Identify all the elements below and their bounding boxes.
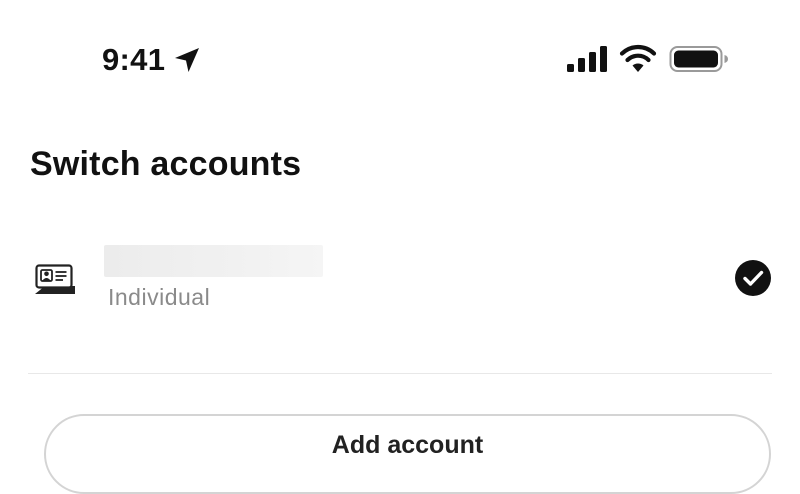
battery-icon (669, 46, 728, 72)
wifi-icon (619, 45, 657, 72)
cellular-signal-icon (567, 46, 607, 72)
account-row[interactable]: Individual (0, 230, 800, 330)
account-type-label: Individual (108, 284, 211, 310)
add-account-button[interactable]: Add account (44, 414, 771, 494)
location-arrow-icon (175, 48, 199, 72)
account-name-redacted (104, 245, 323, 277)
add-account-label: Add account (331, 431, 484, 459)
divider (28, 373, 772, 374)
checkmark-icon (735, 260, 771, 296)
status-time: 9:41 (102, 42, 166, 77)
status-bar: 9:41 (0, 0, 800, 110)
id-card-icon (35, 264, 75, 294)
page-title: Switch accounts (30, 145, 302, 183)
